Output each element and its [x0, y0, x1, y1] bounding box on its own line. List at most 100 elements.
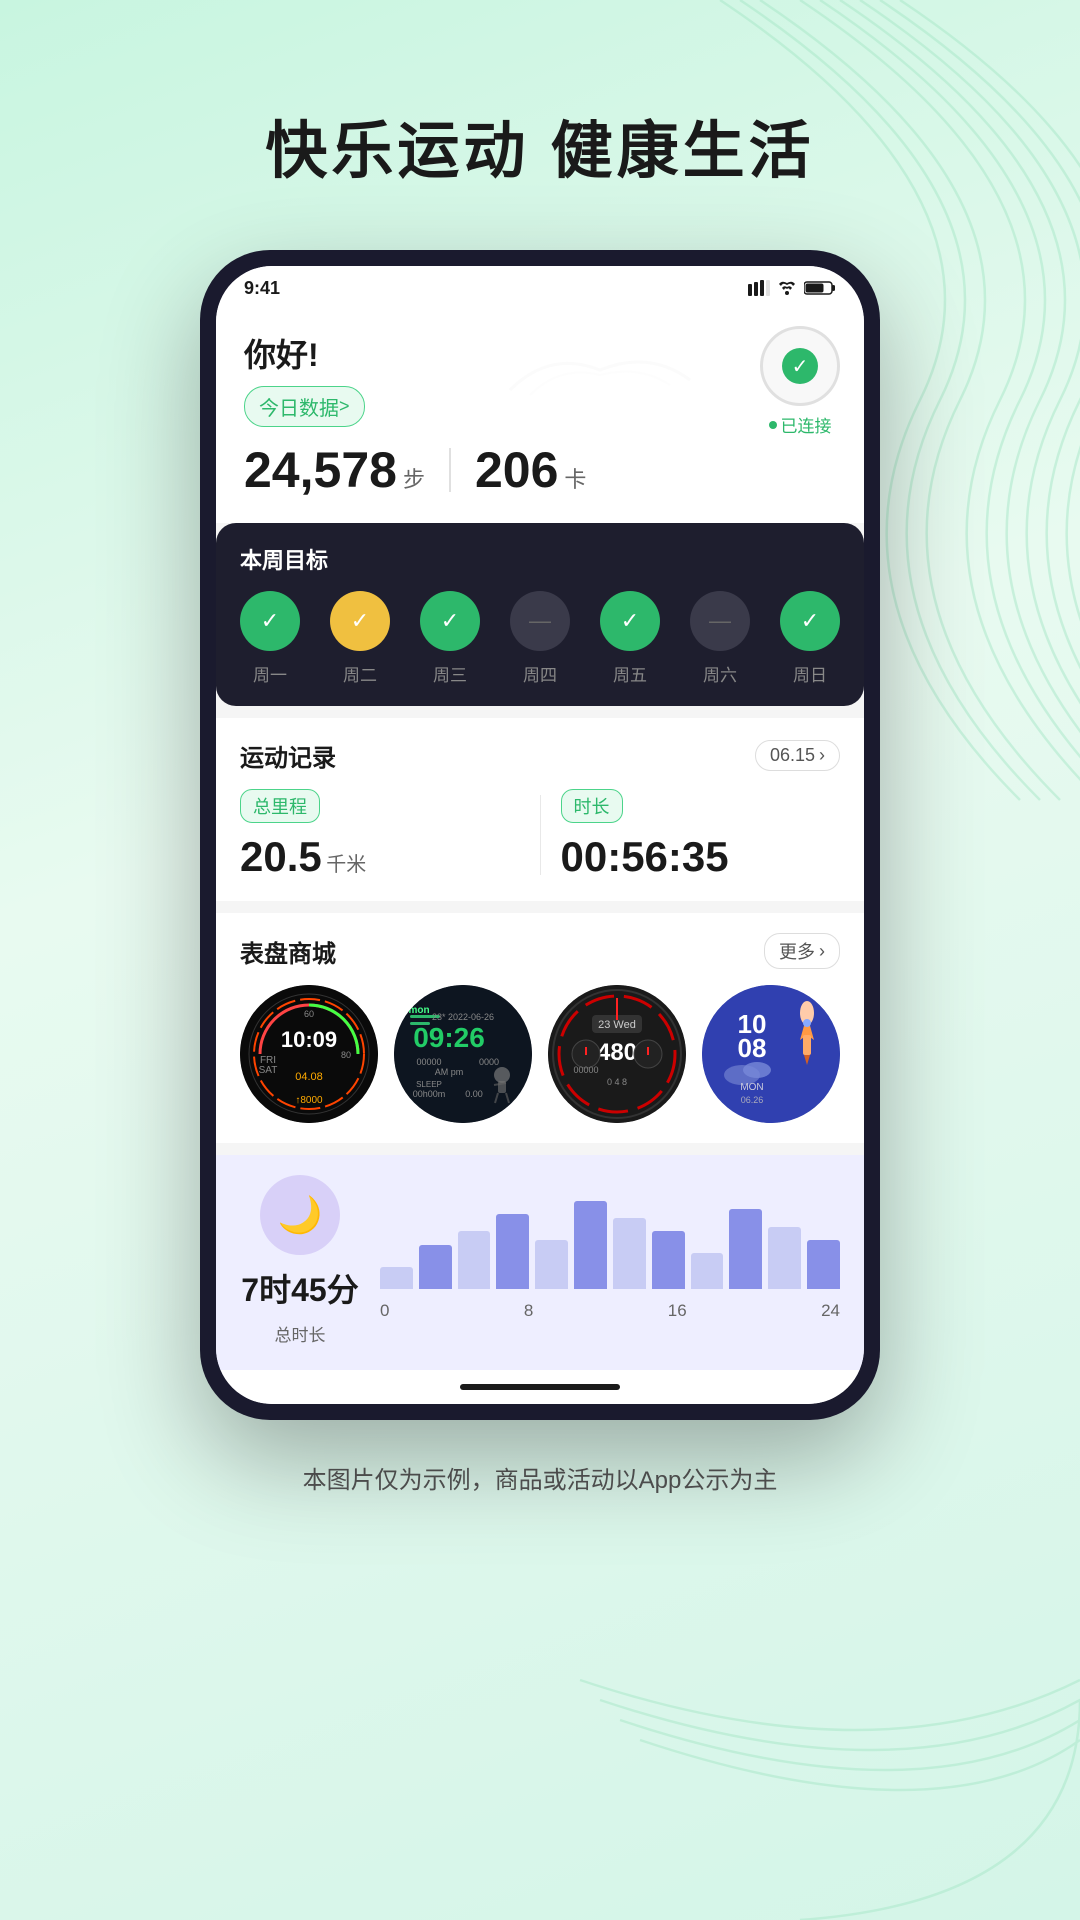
- duration-label: 时长: [561, 789, 623, 823]
- svg-text:AM pm: AM pm: [435, 1067, 464, 1077]
- day-label-wed: 周三: [420, 661, 480, 686]
- calories-value: 206: [475, 441, 558, 499]
- header-section: 你好! 今日数据 ✓ 已连接 24,578 步: [216, 310, 864, 523]
- day-label-tue: 周二: [330, 661, 390, 686]
- svg-text:MON: MON: [740, 1082, 763, 1093]
- bird-decoration: [500, 340, 700, 434]
- day-circle-thu: —: [510, 591, 570, 651]
- watch-store-more-button[interactable]: 更多 ›: [764, 933, 840, 969]
- watch-face-1[interactable]: 10:09 FRI SAT 04.08 60 80 ↑8000: [240, 985, 378, 1123]
- moon-icon: 🌙: [278, 1194, 323, 1236]
- day-circle-mon: ✓: [240, 591, 300, 651]
- svg-text:60: 60: [304, 1009, 314, 1019]
- duration-metric: 时长 00:56:35: [561, 789, 841, 881]
- svg-text:23 Wed: 23 Wed: [598, 1019, 636, 1031]
- day-label-fri: 周五: [600, 661, 660, 686]
- distance-label: 总里程: [240, 789, 320, 823]
- watch-face-2[interactable]: mon 23* 2022-06-26 09:26 00000 0000 AM p…: [394, 985, 532, 1123]
- sleep-section: 🌙 7时45分 总时长: [216, 1155, 864, 1370]
- distance-metric: 总里程 20.5 千米: [240, 789, 520, 881]
- phone-screen: 9:41 你好! 今日数据: [216, 266, 864, 1404]
- svg-text:SAT: SAT: [259, 1065, 278, 1076]
- weekly-goals-section: 本周目标 ✓ ✓ ✓ — ✓ — ✓ 周一 周二 周三 周四 周五 周六: [216, 523, 864, 706]
- bar-11: [768, 1227, 801, 1289]
- bar-7: [613, 1218, 646, 1288]
- bar-12: [807, 1240, 840, 1288]
- days-circles-row: ✓ ✓ ✓ — ✓ — ✓: [240, 591, 840, 651]
- status-bar: 9:41: [216, 266, 864, 310]
- bar-2: [419, 1245, 452, 1289]
- sleep-content: 🌙 7时45分 总时长: [240, 1175, 840, 1346]
- footer-text: 本图片仅为示例，商品或活动以App公示为主: [0, 1420, 1080, 1555]
- phone-bottom: [216, 1370, 864, 1404]
- bar-1: [380, 1267, 413, 1289]
- svg-text:06.26: 06.26: [741, 1095, 764, 1105]
- day-circle-sat: —: [690, 591, 750, 651]
- bar-4: [496, 1214, 529, 1289]
- connected-status: 已连接: [769, 412, 832, 437]
- distance-value-row: 20.5 千米: [240, 833, 520, 881]
- phone-mockup: 9:41 你好! 今日数据: [200, 250, 880, 1420]
- metrics-row: 总里程 20.5 千米 时长 00:56:35: [240, 789, 840, 881]
- page-title: 快乐运动 健康生活: [0, 0, 1080, 250]
- svg-text:480: 480: [597, 1039, 637, 1066]
- days-labels-row: 周一 周二 周三 周四 周五 周六 周日: [240, 661, 840, 686]
- watch-circle: ✓: [760, 326, 840, 406]
- sleep-duration: 7时45分: [241, 1265, 358, 1311]
- calories-stat: 206 卡: [475, 441, 586, 499]
- watch-icon-container: ✓ 已连接: [760, 326, 840, 437]
- day-label-sat: 周六: [690, 661, 750, 686]
- day-label-sun: 周日: [780, 661, 840, 686]
- stats-row: 24,578 步 206 卡: [244, 441, 836, 499]
- chart-label-0: 0: [380, 1301, 389, 1321]
- svg-text:04.08: 04.08: [295, 1071, 323, 1083]
- day-label-thu: 周四: [510, 661, 570, 686]
- chart-label-24: 24: [821, 1301, 840, 1321]
- sleep-chart: 0 8 16 24: [380, 1201, 840, 1321]
- day-label-mon: 周一: [240, 661, 300, 686]
- chevron-right-icon2: ›: [819, 941, 825, 962]
- svg-text:10:09: 10:09: [281, 1027, 337, 1052]
- chart-bars: [380, 1201, 840, 1289]
- svg-text:00000: 00000: [573, 1065, 598, 1075]
- day-circle-fri: ✓: [600, 591, 660, 651]
- bar-10: [729, 1209, 762, 1288]
- today-data-button[interactable]: 今日数据: [244, 386, 365, 427]
- distance-value: 20.5: [240, 833, 322, 880]
- sleep-icon-circle: 🌙: [260, 1175, 340, 1255]
- chevron-right-icon: ›: [819, 745, 825, 766]
- svg-text:09:26: 09:26: [413, 1022, 485, 1053]
- svg-text:mon: mon: [408, 1005, 429, 1016]
- watch-faces-header: 表盘商城 更多 ›: [240, 933, 840, 969]
- day-circle-tue: ✓: [330, 591, 390, 651]
- activity-title: 运动记录: [240, 738, 336, 773]
- svg-text:0 4 8: 0 4 8: [607, 1077, 627, 1087]
- activity-date-badge[interactable]: 06.15 ›: [755, 740, 840, 771]
- bar-3: [458, 1231, 491, 1288]
- duration-value-row: 00:56:35: [561, 833, 841, 881]
- svg-text:80: 80: [341, 1050, 351, 1060]
- chart-label-8: 8: [524, 1301, 533, 1321]
- svg-text:↑8000: ↑8000: [295, 1095, 323, 1106]
- svg-text:0.00: 0.00: [465, 1089, 483, 1099]
- calories-unit: 卡: [564, 462, 586, 494]
- watch-face-4[interactable]: 10 08 MON 06.26: [702, 985, 840, 1123]
- steps-value: 24,578: [244, 441, 397, 499]
- svg-text:08: 08: [738, 1033, 767, 1063]
- svg-text:23* 2022-06-26: 23* 2022-06-26: [432, 1012, 494, 1022]
- svg-text:00h00m: 00h00m: [413, 1089, 446, 1099]
- steps-unit: 步: [403, 462, 425, 494]
- day-circle-wed: ✓: [420, 591, 480, 651]
- watch-faces-section: 表盘商城 更多 ›: [216, 913, 864, 1143]
- metric-divider: [540, 795, 541, 875]
- svg-text:0000: 0000: [479, 1057, 499, 1067]
- home-indicator: [460, 1384, 620, 1390]
- watch-face-3[interactable]: 23 Wed 480 00000 0 4 8: [548, 985, 686, 1123]
- sleep-duration-text: 7时45分: [241, 1272, 358, 1308]
- watch-check: ✓: [782, 348, 818, 384]
- activity-section: 运动记录 06.15 › 总里程 20.5 千米: [216, 718, 864, 901]
- bar-5: [535, 1240, 568, 1288]
- bar-8: [652, 1231, 685, 1288]
- sleep-left: 🌙 7时45分 总时长: [240, 1175, 360, 1346]
- svg-text:00000: 00000: [416, 1057, 441, 1067]
